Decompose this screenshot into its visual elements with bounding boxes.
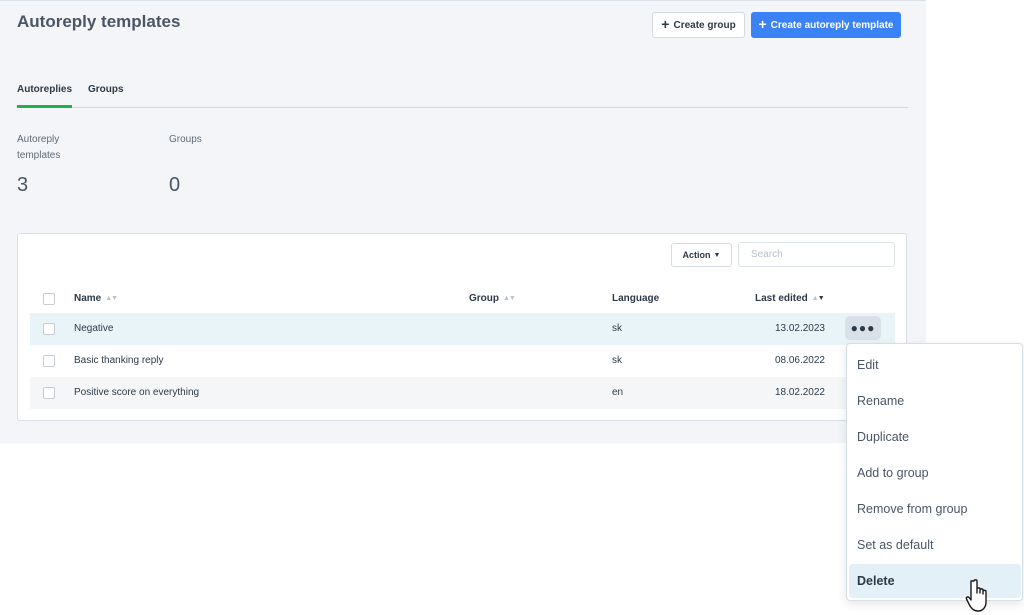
caret-down-icon: ▼ <box>713 251 721 259</box>
hand-pointer-cursor-icon <box>965 579 987 612</box>
tab-bar: Autoreplies Groups <box>17 84 908 108</box>
menu-item-rename[interactable]: Rename <box>849 384 1021 418</box>
row-checkbox[interactable] <box>43 323 55 335</box>
create-group-button[interactable]: + Create group <box>652 12 745 38</box>
plus-icon: + <box>661 16 670 32</box>
row-last-edited: 08.06.2022 <box>774 355 825 366</box>
column-name-label: Name <box>74 293 102 304</box>
action-dropdown-button[interactable]: Action ▼ <box>671 243 732 267</box>
create-autoreply-template-button[interactable]: + Create autoreply template <box>751 12 901 38</box>
menu-item-remove-from-group[interactable]: Remove from group <box>849 492 1021 526</box>
column-header-last-edited[interactable]: Last edited ▲▼ <box>755 293 825 304</box>
menu-item-delete[interactable]: Delete <box>849 564 1021 598</box>
table-row[interactable]: Basic thanking reply sk 08.06.2022 <box>30 345 895 377</box>
sort-icon[interactable]: ▲▼ <box>812 295 825 302</box>
column-header-language: Language <box>612 293 659 304</box>
row-last-edited: 18.02.2022 <box>774 387 825 398</box>
row-checkbox[interactable] <box>43 387 55 399</box>
stat-autoreply-templates-label: Autoreply templates <box>17 134 61 161</box>
search-input[interactable] <box>738 242 895 267</box>
plus-icon: + <box>758 16 767 32</box>
row-context-menu: Edit Rename Duplicate Add to group Remov… <box>846 343 1023 601</box>
row-checkbox[interactable] <box>43 355 55 367</box>
create-template-label: Create autoreply template <box>770 19 894 31</box>
sort-icon[interactable]: ▲▼ <box>503 295 516 302</box>
table-row[interactable]: Positive score on everything en 18.02.20… <box>30 377 895 409</box>
column-language-label: Language <box>612 293 660 304</box>
action-label: Action <box>682 250 711 260</box>
row-last-edited: 13.02.2023 <box>774 323 825 334</box>
create-group-label: Create group <box>673 19 736 31</box>
row-language: sk <box>612 323 622 334</box>
table-row[interactable]: Negative sk 13.02.2023 <box>30 313 895 345</box>
menu-item-set-as-default[interactable]: Set as default <box>849 528 1021 562</box>
stat-groups-value: 0 <box>169 174 181 196</box>
menu-item-add-to-group[interactable]: Add to group <box>849 456 1021 490</box>
stat-groups-label: Groups <box>169 134 202 145</box>
row-name: Negative <box>74 323 114 334</box>
row-name: Positive score on everything <box>74 387 200 398</box>
column-header-name[interactable]: Name ▲▼ <box>74 293 118 304</box>
select-all-checkbox[interactable] <box>43 293 55 305</box>
row-more-options-button[interactable]: ●●● <box>845 316 881 340</box>
tab-groups[interactable]: Groups <box>88 84 124 108</box>
tab-autoreplies[interactable]: Autoreplies <box>17 84 73 108</box>
menu-item-edit[interactable]: Edit <box>849 348 1021 382</box>
stat-autoreply-templates-value: 3 <box>17 174 29 196</box>
row-language: en <box>612 387 624 398</box>
column-group-label: Group <box>469 293 499 304</box>
ellipsis-icon: ●●● <box>850 321 876 335</box>
page-title: Autoreply templates <box>17 12 181 31</box>
column-last-edited-label: Last edited <box>755 293 808 304</box>
sort-icon[interactable]: ▲▼ <box>105 295 118 302</box>
row-name: Basic thanking reply <box>74 355 164 366</box>
row-language: sk <box>612 355 622 366</box>
column-header-group[interactable]: Group ▲▼ <box>469 293 516 304</box>
menu-item-duplicate[interactable]: Duplicate <box>849 420 1021 454</box>
